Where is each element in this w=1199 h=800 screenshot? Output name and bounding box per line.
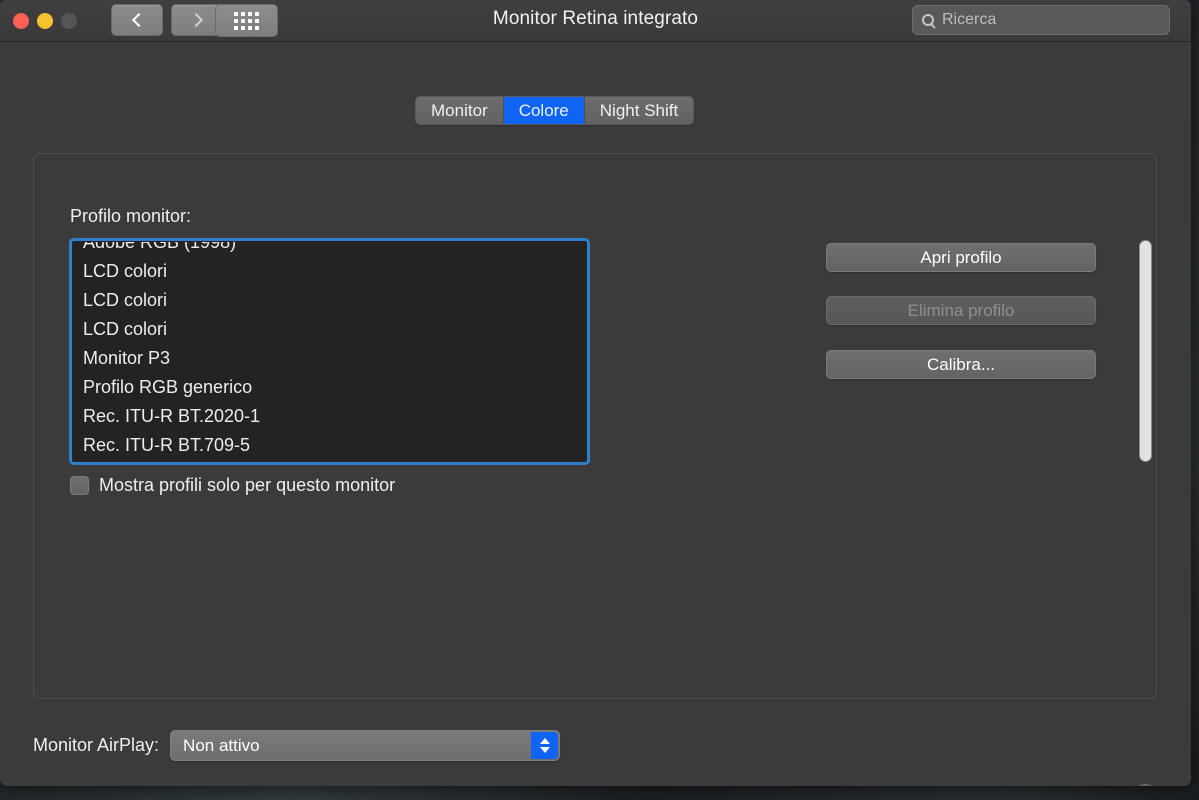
list-item[interactable]: LCD colori — [73, 286, 586, 315]
tab-colore[interactable]: Colore — [503, 97, 585, 124]
list-item[interactable]: Profilo RGB generico — [73, 373, 586, 402]
list-item[interactable]: LCD colori — [73, 315, 586, 344]
tab-monitor[interactable]: Monitor — [416, 97, 504, 124]
list-item[interactable]: Rec. ITU-R BT.2020-1 — [73, 402, 586, 431]
open-profile-button[interactable]: Apri profilo — [826, 243, 1096, 272]
airplay-popup-value: Non attivo — [183, 735, 260, 755]
search-field[interactable]: Ricerca — [912, 5, 1170, 35]
help-button[interactable]: ? — [1132, 784, 1159, 786]
calibrate-button[interactable]: Calibra... — [826, 350, 1096, 379]
window-toolbar: Monitor Retina integrato Ricerca — [0, 0, 1191, 42]
list-item[interactable]: ROMM RGB: ISO 22028-2:2013 — [73, 460, 586, 461]
chevron-up-down-icon — [531, 732, 559, 759]
delete-profile-button: Elimina profilo — [826, 296, 1096, 325]
list-item[interactable]: Monitor P3 — [73, 344, 586, 373]
airplay-label: Monitor AirPlay: — [33, 735, 160, 755]
profile-list-container: Adobe RGB (1998) LCD colori LCD colori L… — [69, 238, 590, 465]
profile-list-label: Profilo monitor: — [70, 206, 192, 226]
profile-list[interactable]: Adobe RGB (1998) LCD colori LCD colori L… — [73, 242, 586, 461]
airplay-popup-button[interactable]: Non attivo — [170, 730, 561, 761]
preferences-window: Monitor Retina integrato Ricerca Monitor… — [0, 0, 1191, 786]
list-item[interactable]: Rec. ITU-R BT.709-5 — [73, 431, 586, 460]
list-item[interactable]: LCD colori — [73, 257, 586, 286]
preference-pane-content: Monitor Colore Night Shift Profilo monit… — [0, 42, 1191, 786]
search-placeholder: Ricerca — [942, 11, 997, 28]
list-item[interactable]: Adobe RGB (1998) — [73, 242, 586, 257]
search-icon — [922, 14, 934, 26]
airplay-row: Monitor AirPlay: Non attivo — [33, 730, 561, 761]
only-this-monitor-checkbox[interactable] — [70, 476, 89, 495]
tab-bar: Monitor Colore Night Shift — [415, 96, 695, 125]
tab-night-shift[interactable]: Night Shift — [584, 97, 694, 124]
only-this-monitor-label: Mostra profili solo per questo monitor — [99, 475, 396, 495]
profile-group-box: Profilo monitor: Adobe RGB (1998) LCD co… — [33, 153, 1157, 699]
list-scrollbar-thumb[interactable] — [1139, 240, 1152, 462]
only-this-monitor-row[interactable]: Mostra profili solo per questo monitor — [70, 475, 395, 496]
